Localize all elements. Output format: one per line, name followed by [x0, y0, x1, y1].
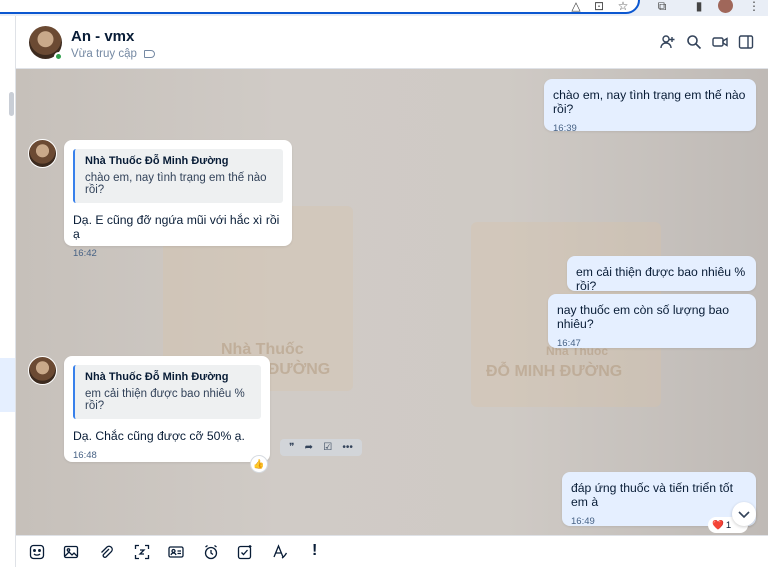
- reminder-icon[interactable]: [203, 544, 219, 560]
- toggle-sidebar-icon[interactable]: [738, 34, 754, 50]
- quoted-message[interactable]: Nhà Thuốc Đỗ Minh Đường chào em, nay tìn…: [73, 149, 283, 203]
- search-icon[interactable]: [686, 34, 702, 50]
- message-bubble-incoming[interactable]: Nhà Thuốc Đỗ Minh Đường chào em, nay tìn…: [64, 140, 292, 259]
- online-status-dot: [54, 52, 63, 61]
- message-actions-bar: ❞ ➦ ☑ •••: [280, 439, 362, 456]
- chat-message-area[interactable]: Nhà Thuốc ĐỖ MINH ĐƯỜNG Nhà Thuốc ĐỖ MIN…: [16, 69, 768, 535]
- message-time: 16:39: [553, 123, 577, 134]
- more-menu-icon[interactable]: ⋮: [747, 0, 761, 13]
- message-time: 16:48: [73, 450, 97, 461]
- quote-sender: Nhà Thuốc Đỗ Minh Đường: [85, 371, 229, 383]
- quote-text: chào em, nay tình trạng em thế nào rồi?: [85, 172, 267, 196]
- task-icon[interactable]: [237, 544, 253, 560]
- chat-header: An - vmx Vừa truy cập: [16, 16, 768, 69]
- translate-icon[interactable]: △: [569, 0, 583, 13]
- address-bar[interactable]: [0, 0, 640, 14]
- side-panel-icon[interactable]: ▮: [692, 0, 706, 13]
- contact-name[interactable]: An - vmx: [71, 28, 134, 45]
- more-options-icon[interactable]: •••: [342, 442, 353, 453]
- quote-text: em cải thiện được bao nhiêu % rồi?: [85, 388, 245, 412]
- message-text: em cải thiện được bao nhiêu % rồi?: [576, 265, 746, 293]
- selected-conversation-marker[interactable]: [0, 358, 15, 412]
- sticker-icon[interactable]: [29, 544, 45, 560]
- message-text: Dạ. Chắc cũng được cỡ 50% ạ.: [73, 429, 245, 443]
- profile-avatar-icon[interactable]: [718, 0, 733, 13]
- browser-toolbar: △ ⊡ ☆ ⧉ ▮ ⋮: [0, 0, 768, 16]
- list-scrollbar[interactable]: [9, 92, 14, 116]
- screenshot-icon[interactable]: [134, 544, 150, 560]
- forward-icon[interactable]: ➦: [305, 442, 313, 453]
- conversation-list-edge: [0, 16, 16, 567]
- message-bubble-incoming[interactable]: Nhà Thuốc Đỗ Minh Đường em cải thiện đượ…: [64, 356, 270, 462]
- heart-reaction-icon: ❤️: [712, 519, 724, 531]
- message-time: 16:42: [73, 248, 97, 259]
- message-text: nay thuốc em còn số lượng bao nhiêu?: [557, 303, 729, 331]
- add-member-icon[interactable]: [660, 34, 676, 50]
- label-tag-icon[interactable]: [144, 50, 155, 58]
- scroll-to-bottom-button[interactable]: [732, 502, 756, 526]
- contact-card-icon[interactable]: [168, 544, 184, 560]
- chevron-down-icon: [738, 511, 750, 519]
- message-bubble-outgoing[interactable]: em cải thiện được bao nhiêu % rồi?: [567, 256, 756, 293]
- composer-toolbar: !: [16, 535, 768, 567]
- video-call-icon[interactable]: [712, 34, 728, 50]
- contact-status: Vừa truy cập: [71, 48, 137, 60]
- image-icon[interactable]: [63, 544, 79, 560]
- message-text: Dạ. E cũng đỡ ngứa mũi với hắc xì rồi ạ: [73, 213, 280, 241]
- install-app-icon[interactable]: ⊡: [592, 0, 606, 13]
- message-bubble-outgoing[interactable]: chào em, nay tình trạng em thế nào rồi? …: [544, 79, 756, 134]
- urgent-icon[interactable]: !: [312, 542, 317, 560]
- sender-avatar[interactable]: [28, 139, 57, 168]
- message-text: đáp ứng thuốc và tiến triển tốt em à: [571, 481, 733, 509]
- reaction-count: 1: [725, 519, 732, 531]
- bookmark-star-icon[interactable]: ☆: [616, 0, 630, 13]
- message-bubble-outgoing[interactable]: nay thuốc em còn số lượng bao nhiêu? 16:…: [548, 294, 756, 349]
- message-time: 16:47: [557, 338, 581, 349]
- watermark-text: ĐỖ MINH ĐƯỜNG: [486, 363, 623, 380]
- sender-avatar[interactable]: [28, 356, 57, 385]
- reply-quote-icon[interactable]: ❞: [289, 442, 294, 453]
- like-reaction-icon[interactable]: 👍: [250, 455, 268, 473]
- attachment-icon[interactable]: [98, 544, 114, 560]
- extensions-icon[interactable]: ⧉: [655, 0, 669, 13]
- quote-sender: Nhà Thuốc Đỗ Minh Đường: [85, 155, 229, 167]
- message-text: chào em, nay tình trạng em thế nào rồi?: [553, 88, 746, 116]
- quoted-message[interactable]: Nhà Thuốc Đỗ Minh Đường em cải thiện đượ…: [73, 365, 261, 419]
- text-format-icon[interactable]: [272, 544, 288, 560]
- add-task-icon[interactable]: ☑: [323, 442, 332, 453]
